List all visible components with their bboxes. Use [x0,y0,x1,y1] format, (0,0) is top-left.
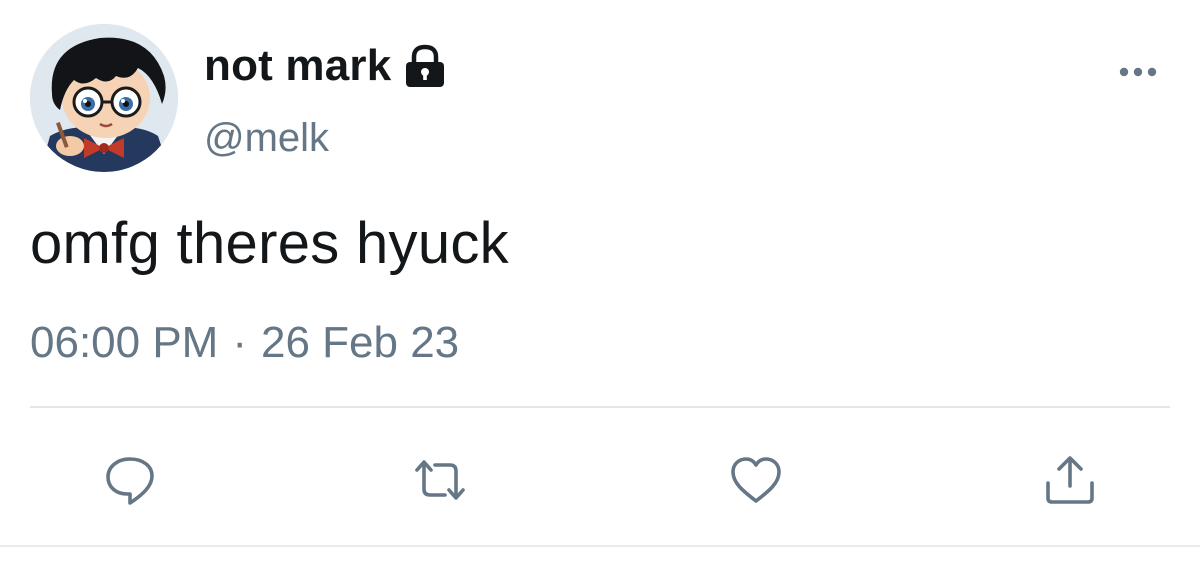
display-name[interactable]: not mark [204,41,391,91]
bottom-divider [0,545,1200,547]
divider [30,406,1170,408]
user-handle[interactable]: @melk [204,116,329,161]
share-icon [1046,456,1094,504]
reply-button[interactable] [102,452,158,508]
lock-icon [403,43,447,89]
display-name-row: not mark [204,36,447,96]
avatar[interactable] [30,24,178,172]
timestamp-separator: · [232,318,247,367]
avatar-image [30,24,178,172]
tweet-time: 06:00 PM [30,318,219,367]
share-button[interactable] [1042,452,1098,508]
retweet-icon [415,460,465,500]
tweet-text: omfg theres hyuck [30,211,509,276]
more-icon[interactable] [1116,62,1160,82]
retweet-button[interactable] [412,452,468,508]
heart-icon [731,457,781,503]
reply-icon [106,457,154,505]
tweet-timestamp[interactable]: 06:00 PM · 26 Feb 23 [30,318,459,368]
tweet-date: 26 Feb 23 [261,318,460,367]
like-button[interactable] [728,452,784,508]
